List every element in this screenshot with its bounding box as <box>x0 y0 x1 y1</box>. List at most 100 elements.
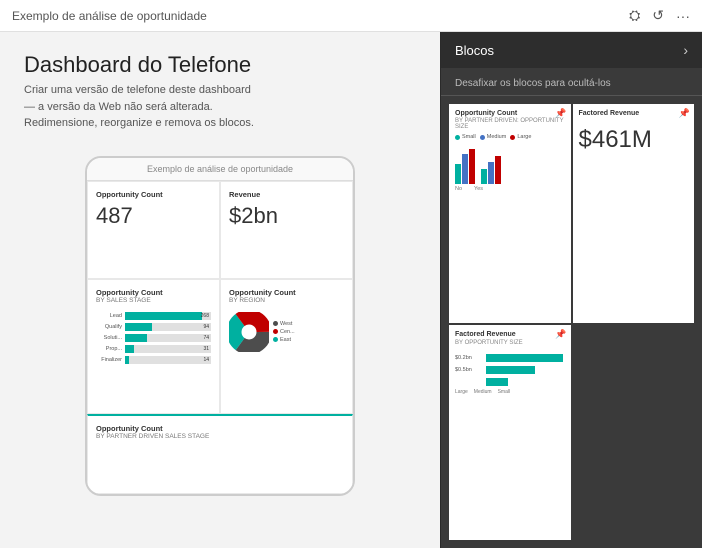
rev-bar-row-large: $0.2bn <box>455 354 565 362</box>
block-card-factored-revenue: 📌 Factored Revenue $461M <box>573 104 695 323</box>
legend-large: Large <box>510 134 531 140</box>
phone-tile-opp-partner: Opportunity Count BY PARTNER DRIVEN SALE… <box>87 414 353 494</box>
page-description: Criar uma versão de telefone deste dashb… <box>24 82 264 132</box>
phone-tile-opp-stage: Opportunity Count BY SALES STAGE Lead 26… <box>87 279 220 414</box>
legend-label-large: Large <box>517 134 531 140</box>
rev-bar-row-small <box>455 378 565 386</box>
right-panel: Blocos › Desafixar os blocos para ocultá… <box>440 32 702 548</box>
tile-revenue-value: $2bn <box>229 203 344 229</box>
rev-bar-small <box>486 378 508 386</box>
legend-small: Small <box>455 134 476 140</box>
tile-opp-count-value: 487 <box>96 203 211 229</box>
block-revenue2-title: Factored Revenue <box>455 331 565 339</box>
pin-icon-opp[interactable]: 📌 <box>555 108 566 119</box>
bar-no-small <box>455 164 461 184</box>
block-revenue2-bars: $0.2bn $0.5bn <box>455 354 565 386</box>
bar-group-yes <box>481 156 501 184</box>
tile-opp-region-subtitle: BY REGION <box>229 297 344 304</box>
phone-tile-revenue: Revenue $2bn <box>220 181 353 279</box>
right-panel-header: Blocos › <box>441 32 702 68</box>
block-card-opp-count: 📌 Opportunity Count BY PARTNER DRIVEN: O… <box>449 104 571 323</box>
tile-opp-stage-title: Opportunity Count <box>96 288 211 297</box>
bar-row-prop: Prop... 31 <box>96 345 211 353</box>
opp-stage-bar-chart: Lead 268 Qualify 94 <box>96 312 211 364</box>
bar-label-lead: Lead <box>96 313 122 319</box>
x-label-rev-large: Large <box>455 389 468 395</box>
bar-val-prop: 31 <box>203 346 209 352</box>
block-opp-bars <box>455 144 565 184</box>
phone-content: Opportunity Count 487 Revenue $2bn Oppor… <box>87 181 353 494</box>
bar-group-no <box>455 149 475 184</box>
bar-yes-small <box>481 169 487 184</box>
tile-opp-partner-subtitle: BY PARTNER DRIVEN SALES STAGE <box>96 433 344 440</box>
block-revenue2-x-labels: Large Medium Small <box>455 389 565 395</box>
legend-dot-medium <box>480 135 485 140</box>
blocks-grid: 📌 Opportunity Count BY PARTNER DRIVEN: O… <box>441 96 702 548</box>
x-label-no: No <box>455 186 462 192</box>
block-opp-subtitle: BY PARTNER DRIVEN: OPPORTUNITY SIZE <box>455 118 565 130</box>
pin-icon-revenue2[interactable]: 📌 <box>555 329 566 340</box>
pie-chart-svg <box>229 312 269 352</box>
rev-bar-label-medium: $0.5bn <box>455 367 483 373</box>
bar-bg-qualify: 94 <box>125 323 211 331</box>
block-revenue-title: Factored Revenue <box>579 110 689 118</box>
main-content: Dashboard do Telefone Criar uma versão d… <box>0 32 702 548</box>
right-panel-title: Blocos <box>455 43 494 58</box>
legend-label-east: East <box>280 337 291 343</box>
legend-dot-small <box>455 135 460 140</box>
rev-bar-label-large: $0.2bn <box>455 355 483 361</box>
opp-region-pie: West Cen... East <box>229 312 344 352</box>
bar-fill-prop <box>125 345 134 353</box>
bar-label-soluti: Soluti... <box>96 335 122 341</box>
bar-val-lead: 268 <box>201 313 209 319</box>
bar-row-lead: Lead 268 <box>96 312 211 320</box>
right-panel-chevron-icon[interactable]: › <box>683 42 688 58</box>
legend-item-east: East <box>273 337 295 343</box>
phone-wrapper: Exemplo de análise de oportunidade Oppor… <box>24 156 416 496</box>
legend-medium: Medium <box>480 134 507 140</box>
bar-yes-medium <box>488 162 494 184</box>
legend-dot-west <box>273 321 278 326</box>
top-bar: Exemplo de análise de oportunidade ⛭ ↺ ·… <box>0 0 702 32</box>
pin-icon-revenue[interactable]: 📌 <box>679 108 690 119</box>
legend-label-cen: Cen... <box>280 329 295 335</box>
bar-bg-lead: 268 <box>125 312 211 320</box>
bar-fill-lead <box>125 312 202 320</box>
legend-item-west: West <box>273 321 295 327</box>
undo-icon[interactable]: ↺ <box>652 7 664 24</box>
block-opp-x-labels: No Yes <box>455 186 565 192</box>
bar-row-finalizer: Finalizer 14 <box>96 356 211 364</box>
tile-opp-stage-subtitle: BY SALES STAGE <box>96 297 211 304</box>
bar-val-qualify: 94 <box>203 324 209 330</box>
x-label-rev-small: Small <box>498 389 511 395</box>
phone-watermark: Exemplo de análise de oportunidade <box>87 158 353 181</box>
page-title: Dashboard do Telefone <box>24 52 416 78</box>
x-label-yes: Yes <box>474 186 483 192</box>
tile-opp-count-title: Opportunity Count <box>96 190 211 199</box>
settings-icon[interactable]: ⛭ <box>629 7 640 24</box>
more-icon[interactable]: ··· <box>676 8 690 24</box>
right-panel-description: Desafixar os blocos para ocultá-los <box>441 68 702 96</box>
block-revenue2-subtitle: BY OPPORTUNITY SIZE <box>455 340 565 346</box>
bar-fill-soluti <box>125 334 147 342</box>
bar-no-large <box>469 149 475 184</box>
bar-label-finalizer: Finalizer <box>96 357 122 363</box>
x-label-rev-medium: Medium <box>474 389 492 395</box>
bar-val-soluti: 74 <box>203 335 209 341</box>
legend-dot-large <box>510 135 515 140</box>
pie-legend: West Cen... East <box>273 321 295 343</box>
left-heading-group: Dashboard do Telefone Criar uma versão d… <box>24 52 416 132</box>
block-card-factored-revenue-2: 📌 Factored Revenue BY OPPORTUNITY SIZE $… <box>449 325 571 540</box>
legend-dot-east <box>273 337 278 342</box>
bar-label-prop: Prop... <box>96 346 122 352</box>
block-opp-legend: Small Medium Large <box>455 134 565 140</box>
bar-bg-prop: 31 <box>125 345 211 353</box>
bar-bg-finalizer: 14 <box>125 356 211 364</box>
bar-fill-qualify <box>125 323 152 331</box>
bar-bg-soluti: 74 <box>125 334 211 342</box>
phone-tile-opp-region: Opportunity Count BY REGION <box>220 279 353 414</box>
bar-val-finalizer: 14 <box>203 357 209 363</box>
rev-bar-medium <box>486 366 535 374</box>
block-revenue-value: $461M <box>579 126 689 154</box>
bar-fill-finalizer <box>125 356 129 364</box>
